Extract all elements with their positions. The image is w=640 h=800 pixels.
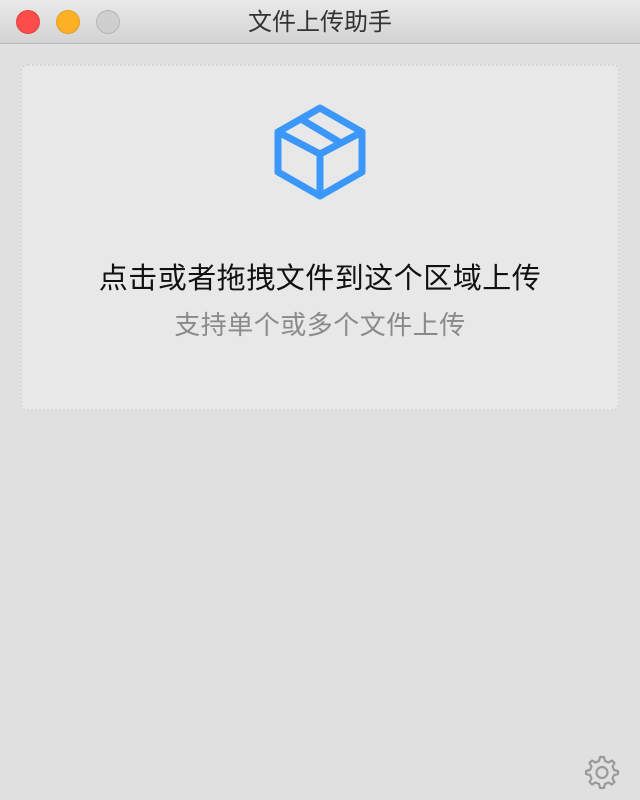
drop-zone-primary-text: 点击或者拖拽文件到这个区域上传 xyxy=(98,261,542,295)
gear-icon[interactable] xyxy=(584,754,620,790)
box-icon xyxy=(274,104,366,200)
window-title: 文件上传助手 xyxy=(248,8,392,36)
drop-zone-secondary-text: 支持单个或多个文件上传 xyxy=(174,311,466,341)
title-bar: 文件上传助手 xyxy=(0,0,640,44)
app-window: 文件上传助手 点击或者拖拽文件到这个区域上传 支持单个或多个文件上传 xyxy=(0,0,640,800)
